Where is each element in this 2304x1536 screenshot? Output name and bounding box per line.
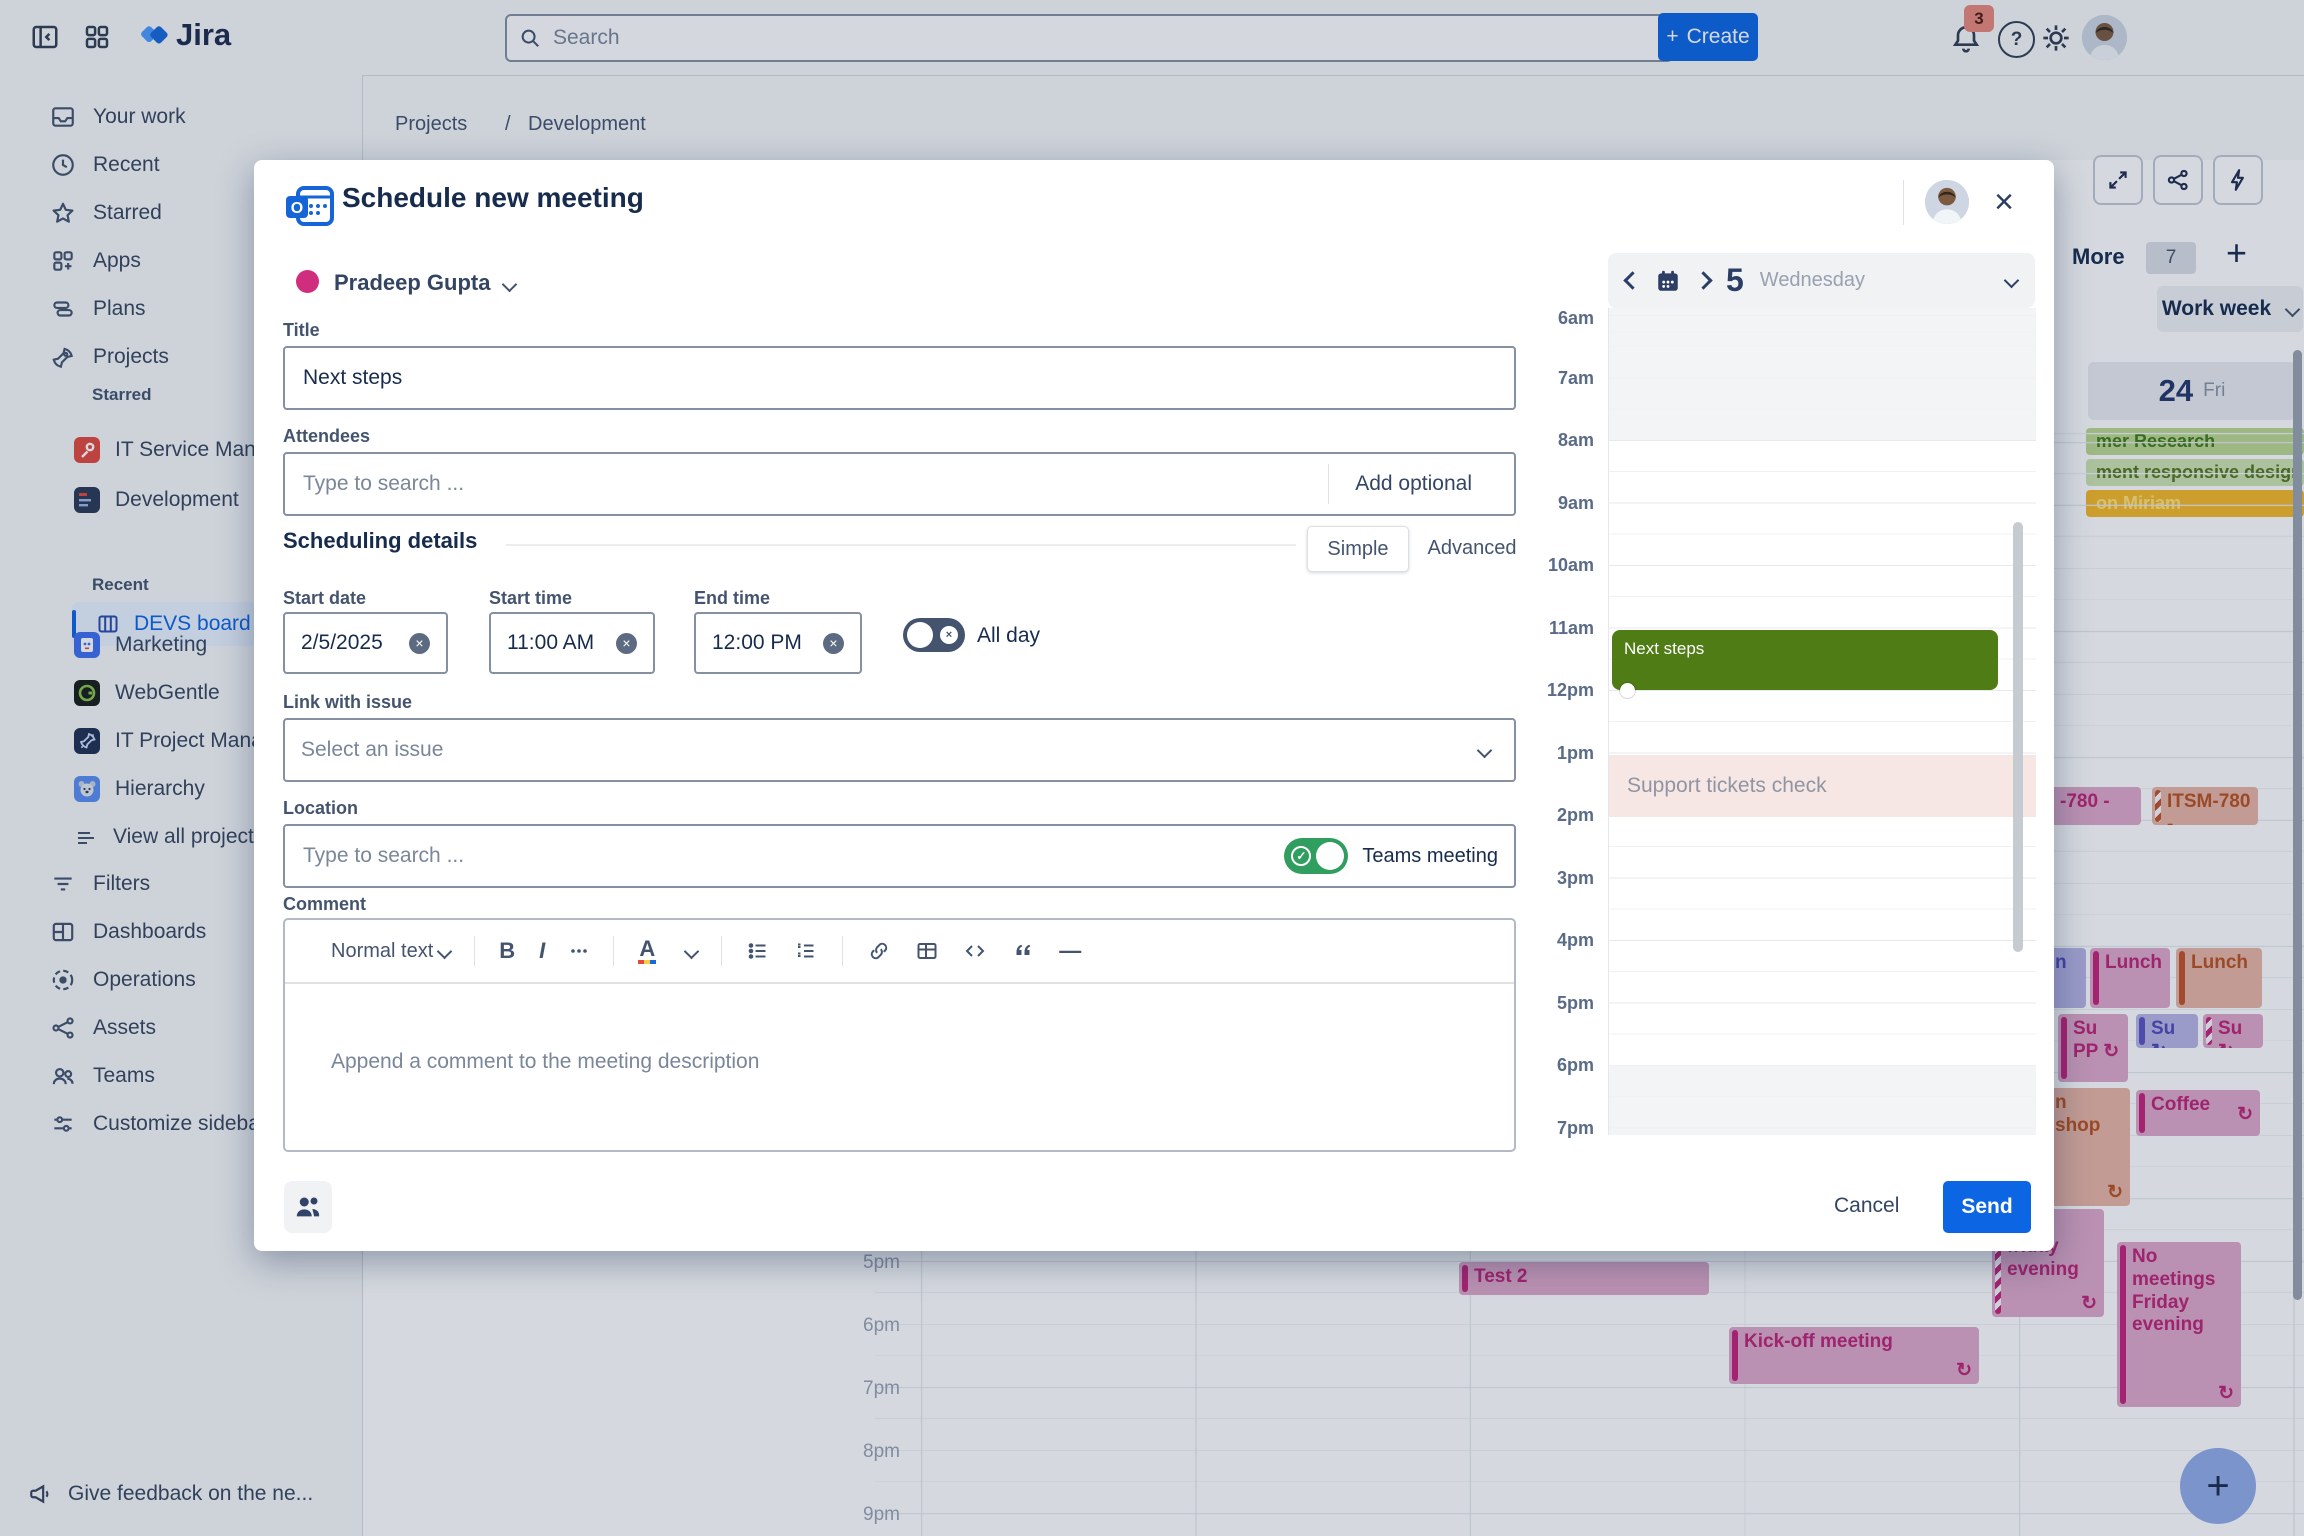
- clear-icon[interactable]: ×: [616, 633, 637, 654]
- scheduling-details-heading: Scheduling details: [283, 528, 477, 554]
- numbered-list-icon[interactable]: [794, 939, 818, 963]
- mini-event-next-steps[interactable]: Next steps: [1612, 630, 1998, 690]
- end-time-field[interactable]: 12:00 PM ×: [694, 612, 862, 674]
- off-hours-shading: [1609, 308, 2036, 440]
- location-input[interactable]: [301, 843, 1284, 869]
- clear-icon[interactable]: ×: [823, 633, 844, 654]
- svg-text:O: O: [291, 200, 303, 217]
- teams-people-button[interactable]: [284, 1181, 332, 1233]
- mini-hour-label: 11am: [1494, 618, 1594, 639]
- add-optional-button[interactable]: Add optional: [1329, 472, 1498, 496]
- divider-icon[interactable]: —: [1059, 938, 1081, 964]
- comment-placeholder[interactable]: Append a comment to the meeting descript…: [331, 1050, 759, 1074]
- schedule-meeting-modal: O Schedule new meeting × Pradeep Gupta T…: [254, 160, 2054, 1251]
- link-issue-select[interactable]: Select an issue: [283, 718, 1516, 782]
- mini-hour-label: 1pm: [1494, 743, 1594, 764]
- quote-icon[interactable]: [1011, 939, 1035, 963]
- mini-hour-label: 4pm: [1494, 930, 1594, 951]
- chevron-down-icon: [437, 943, 453, 959]
- title-input[interactable]: [301, 365, 1498, 391]
- all-day-label: All day: [977, 624, 1040, 648]
- attendees-input[interactable]: [301, 471, 1320, 497]
- mini-hour-label: 7am: [1494, 368, 1594, 389]
- simple-tab[interactable]: Simple: [1307, 526, 1409, 572]
- location-field[interactable]: ✓ Teams meeting: [283, 824, 1516, 888]
- mini-hour-label: 6pm: [1494, 1055, 1594, 1076]
- off-hours-shading: [1609, 1065, 2036, 1135]
- toggle-off-icon: ×: [940, 626, 958, 644]
- organizer-color-dot: [296, 270, 319, 293]
- end-time-label: End time: [694, 588, 770, 609]
- divider: [1903, 180, 1904, 225]
- next-day-icon[interactable]: [1694, 271, 1712, 289]
- divider: [506, 544, 1296, 546]
- link-icon[interactable]: [867, 939, 891, 963]
- text-color-icon[interactable]: A: [638, 938, 656, 964]
- prev-day-icon[interactable]: [1623, 271, 1641, 289]
- mini-hour-label: 10am: [1494, 555, 1594, 576]
- mini-hour-label: 5pm: [1494, 993, 1594, 1014]
- location-label: Location: [283, 798, 358, 819]
- bullet-list-icon[interactable]: [746, 939, 770, 963]
- all-day-toggle[interactable]: ×: [903, 618, 965, 652]
- italic-icon[interactable]: I: [539, 938, 545, 964]
- code-icon[interactable]: [963, 939, 987, 963]
- mini-hour-label: 9am: [1494, 493, 1594, 514]
- text-style-selector[interactable]: Normal text: [331, 940, 450, 963]
- mini-day-number: 5: [1726, 262, 1744, 299]
- mini-hour-label: 8am: [1494, 430, 1594, 451]
- chevron-down-icon: [1477, 742, 1493, 758]
- clear-icon[interactable]: ×: [409, 633, 430, 654]
- comment-label: Comment: [283, 894, 366, 915]
- start-time-label: Start time: [489, 588, 572, 609]
- more-formatting-icon[interactable]: [569, 941, 589, 961]
- start-date-field[interactable]: 2/5/2025 ×: [283, 612, 448, 674]
- organizer-avatar: [1925, 180, 1969, 224]
- title-field[interactable]: [283, 346, 1516, 410]
- toggle-on-check-icon: ✓: [1291, 846, 1311, 866]
- mini-hour-label: 3pm: [1494, 868, 1594, 889]
- attendees-field[interactable]: Add optional: [283, 452, 1516, 516]
- title-label: Title: [283, 320, 320, 341]
- mini-hour-label: 12pm: [1494, 680, 1594, 701]
- chevron-down-icon[interactable]: [2004, 273, 2020, 289]
- close-icon[interactable]: ×: [1984, 182, 2024, 222]
- mini-calendar-scrollbar[interactable]: [2013, 522, 2023, 952]
- cancel-button[interactable]: Cancel: [1834, 1194, 1899, 1218]
- mini-hour-label: 2pm: [1494, 805, 1594, 826]
- bold-icon[interactable]: B: [499, 938, 515, 964]
- mini-day-name: Wednesday: [1760, 269, 1865, 292]
- resize-handle[interactable]: [1620, 683, 1635, 698]
- link-issue-label: Link with issue: [283, 692, 412, 713]
- mini-calendar-header: 5 Wednesday: [1608, 253, 2035, 308]
- start-date-label: Start date: [283, 588, 366, 609]
- modal-title: Schedule new meeting: [342, 182, 644, 214]
- mini-hour-label: 6am: [1494, 308, 1594, 329]
- outlook-calendar-icon: O: [284, 184, 336, 228]
- teams-meeting-label: Teams meeting: [1362, 845, 1498, 868]
- start-time-field[interactable]: 11:00 AM ×: [489, 612, 655, 674]
- organizer-selector[interactable]: Pradeep Gupta: [334, 270, 515, 296]
- teams-meeting-toggle[interactable]: ✓: [1284, 838, 1348, 874]
- editor-toolbar: Normal text B I A —: [285, 920, 1514, 984]
- mini-hour-label: 7pm: [1494, 1118, 1594, 1139]
- table-icon[interactable]: [915, 939, 939, 963]
- comment-editor[interactable]: Normal text B I A —: [283, 918, 1516, 1152]
- mini-calendar-grid[interactable]: Next steps Support tickets check: [1608, 308, 2036, 1135]
- attendees-label: Attendees: [283, 426, 370, 447]
- chevron-down-icon: [502, 277, 518, 293]
- chevron-down-icon: [684, 943, 700, 959]
- jira-app: Jira + Create 3 ? Your work: [0, 0, 2304, 1536]
- mini-event-support-tickets[interactable]: Support tickets check: [1609, 755, 2036, 817]
- send-button[interactable]: Send: [1943, 1181, 2031, 1233]
- calendar-icon[interactable]: [1655, 268, 1681, 294]
